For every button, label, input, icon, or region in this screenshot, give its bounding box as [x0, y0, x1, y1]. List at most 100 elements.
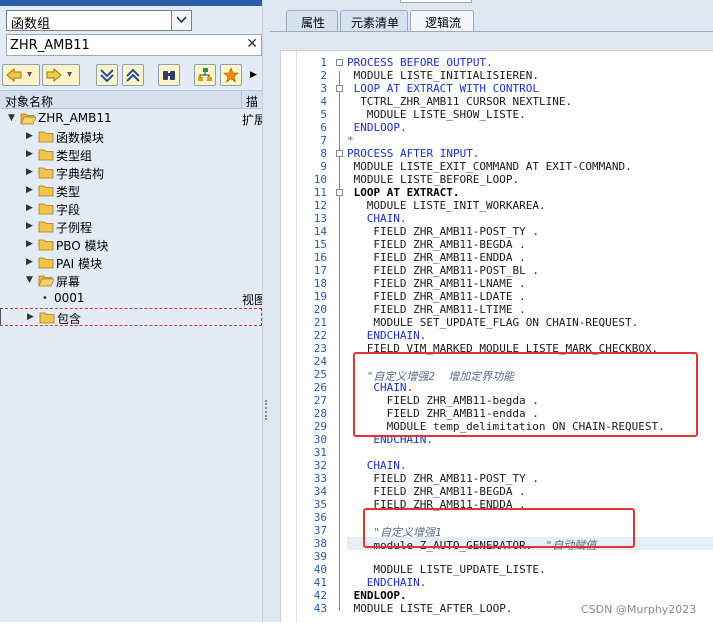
object-type-dropdown[interactable]: 函数组	[6, 10, 192, 32]
tree-node-description: 视图	[242, 293, 262, 307]
code-line[interactable]: FIELD ZHR_AMB11-ENDDA .	[373, 251, 525, 264]
tree-node[interactable]: ▼ ZHR_AMB11 扩展	[0, 110, 262, 128]
expand-right-icon[interactable]: ▶	[26, 167, 33, 177]
expand-right-icon[interactable]: ▶	[27, 312, 34, 322]
tree-node[interactable]: ▶ PBO 模块	[0, 236, 262, 254]
code-line[interactable]: CHAIN.	[367, 459, 407, 472]
code-line[interactable]: MODULE LISTE_INITIALISIEREN.	[354, 69, 539, 82]
code-line[interactable]: MODULE LISTE_AFTER_LOOP.	[354, 602, 513, 615]
flow-logic-editor[interactable]: 1 PROCESS BEFORE OUTPUT. 2 MODULE LISTE_INI…	[280, 50, 713, 623]
object-navigator-panel: 函数组 ZHR_AMB11 ✕ ▶ 对象名称 描 ▼ ZHR_AMB11 扩展 …	[0, 0, 262, 622]
code-line[interactable]: FIELD ZHR_AMB11-LNAME .	[373, 277, 525, 290]
panel-title-strip	[0, 0, 262, 6]
tree-node[interactable]: ▶ 函数模块	[0, 128, 262, 146]
tree-node[interactable]: • 0001 视图	[0, 290, 262, 308]
tab-element-list[interactable]: 元素清单	[340, 10, 408, 32]
column-divider[interactable]	[241, 91, 242, 108]
tree-node-label: 包含	[57, 312, 82, 326]
tree-node-label: 类型组	[56, 149, 93, 163]
code-line[interactable]: TCTRL_ZHR_AMB11 CURSOR NEXTLINE.	[360, 95, 572, 108]
code-line-text: FIELD ZHR_AMB11-LNAME .	[373, 277, 526, 290]
tree-node[interactable]: ▶ 字段	[0, 200, 262, 218]
code-line-text: ENDLOOP.	[353, 121, 407, 134]
code-line[interactable]: FIELD ZHR_AMB11-LDATE .	[373, 290, 525, 303]
code-line[interactable]: MODULE LISTE_SHOW_LISTE.	[367, 108, 526, 121]
fold-toggle-icon[interactable]	[336, 150, 343, 157]
code-line[interactable]: FIELD ZHR_AMB11-POST_TY .	[373, 225, 539, 238]
code-line-text: FIELD ZHR_AMB11-POST_TY .	[373, 472, 539, 485]
expand-right-icon[interactable]: ▶	[26, 149, 33, 159]
tree-node-label: 字典结构	[56, 167, 105, 181]
tree-header: 对象名称 描	[0, 90, 262, 109]
line-number: 42	[313, 589, 327, 602]
tree-node[interactable]: ▶ 类型	[0, 182, 262, 200]
chevron-down-icon[interactable]	[171, 11, 191, 30]
line-number: 38	[313, 537, 327, 550]
splitter-grip[interactable]	[265, 400, 268, 420]
line-number: 37	[313, 524, 327, 537]
code-line[interactable]: FIELD ZHR_AMB11-POST_TY .	[373, 472, 539, 485]
description-column-header[interactable]: 描	[246, 93, 258, 110]
tree-node[interactable]: ▼ 屏幕	[0, 272, 262, 290]
tree-node[interactable]: ▶ PAI 模块	[0, 254, 262, 272]
object-name-input[interactable]: ZHR_AMB11 ✕	[6, 34, 262, 56]
code-line[interactable]: ENDLOOP.	[354, 589, 407, 602]
expand-right-icon[interactable]: ▶	[26, 221, 33, 231]
code-line[interactable]: PROCESS BEFORE OUTPUT.	[347, 56, 493, 69]
expand-right-icon[interactable]: ▶	[26, 131, 33, 141]
tree-node[interactable]: ▶ 子例程	[0, 218, 262, 236]
code-line-text: TCTRL_ZHR_AMB11 CURSOR NEXTLINE.	[360, 95, 573, 108]
line-number: 34	[313, 485, 327, 498]
code-line[interactable]: PROCESS AFTER INPUT.	[347, 147, 479, 160]
code-line[interactable]: FIELD ZHR_AMB11-POST_BL .	[373, 264, 539, 277]
tree-node[interactable]: ▶ 类型组	[0, 146, 262, 164]
chevron-right-icon[interactable]: ▶	[250, 70, 257, 80]
expand-right-icon[interactable]: ▶	[26, 185, 33, 195]
code-line[interactable]: MODULE LISTE_BEFORE_LOOP.	[354, 173, 520, 186]
code-line[interactable]: FIELD ZHR_AMB11-LTIME .	[373, 303, 525, 316]
code-line[interactable]: CHAIN.	[367, 212, 407, 225]
code-line[interactable]: MODULE LISTE_INIT_WORKAREA.	[367, 199, 546, 212]
code-line[interactable]: LOOP AT EXTRACT WITH CONTROL	[354, 82, 539, 95]
line-number: 13	[313, 212, 327, 225]
tree-node[interactable]: ▶ 包含	[0, 308, 262, 326]
tree-node-label: PAI 模块	[56, 257, 103, 271]
forward-button[interactable]	[42, 64, 80, 86]
expand-down-icon[interactable]: ▼	[8, 113, 15, 123]
code-line[interactable]: FIELD ZHR_AMB11-BEGDA .	[373, 238, 525, 251]
collapse-up-icon[interactable]	[122, 64, 144, 86]
expand-down-icon[interactable]: ▼	[26, 275, 33, 285]
collapse-down-icon[interactable]	[96, 64, 118, 86]
binoculars-icon[interactable]	[158, 64, 180, 86]
code-line-text: MODULE LISTE_AFTER_LOOP.	[353, 602, 513, 615]
fold-toggle-icon[interactable]	[336, 59, 343, 66]
code-line[interactable]: ENDCHAIN.	[367, 329, 427, 342]
code-line-text: LOOP AT EXTRACT WITH CONTROL	[353, 82, 540, 95]
tree-node[interactable]: ▶ 字典结构	[0, 164, 262, 182]
code-line[interactable]: ENDLOOP.	[354, 121, 407, 134]
tab-flow-logic[interactable]: 逻辑流	[410, 10, 474, 32]
fold-toggle-icon[interactable]	[336, 189, 343, 196]
code-line[interactable]: FIELD ZHR_AMB11-BEGDA .	[373, 485, 525, 498]
editor-gutter	[281, 51, 297, 623]
hierarchy-icon[interactable]	[194, 64, 216, 86]
line-number: 2	[320, 69, 327, 82]
object-name-column-header[interactable]: 对象名称	[5, 93, 53, 110]
back-button[interactable]	[2, 64, 40, 86]
screen-number-field[interactable]	[400, 0, 472, 3]
code-line[interactable]: ENDCHAIN.	[367, 576, 427, 589]
code-line[interactable]: LOOP AT EXTRACT.	[354, 186, 460, 199]
favorite-star-icon[interactable]	[220, 64, 242, 86]
code-line-text: FIELD ZHR_AMB11-POST_TY .	[373, 225, 539, 238]
expand-right-icon[interactable]: ▶	[26, 239, 33, 249]
code-line[interactable]: *	[347, 134, 354, 147]
panel-splitter[interactable]	[262, 0, 270, 622]
code-line[interactable]: MODULE LISTE_UPDATE_LISTE.	[373, 563, 545, 576]
expand-right-icon[interactable]: ▶	[26, 203, 33, 213]
code-line[interactable]: MODULE SET_UPDATE_FLAG ON CHAIN-REQUEST.	[373, 316, 638, 329]
expand-right-icon[interactable]: ▶	[26, 257, 33, 267]
fold-toggle-icon[interactable]	[336, 85, 343, 92]
tab-attributes[interactable]: 属性	[286, 10, 338, 32]
code-line[interactable]: MODULE LISTE_EXIT_COMMAND AT EXIT-COMMAN…	[354, 160, 632, 173]
clear-icon[interactable]: ✕	[246, 36, 258, 52]
